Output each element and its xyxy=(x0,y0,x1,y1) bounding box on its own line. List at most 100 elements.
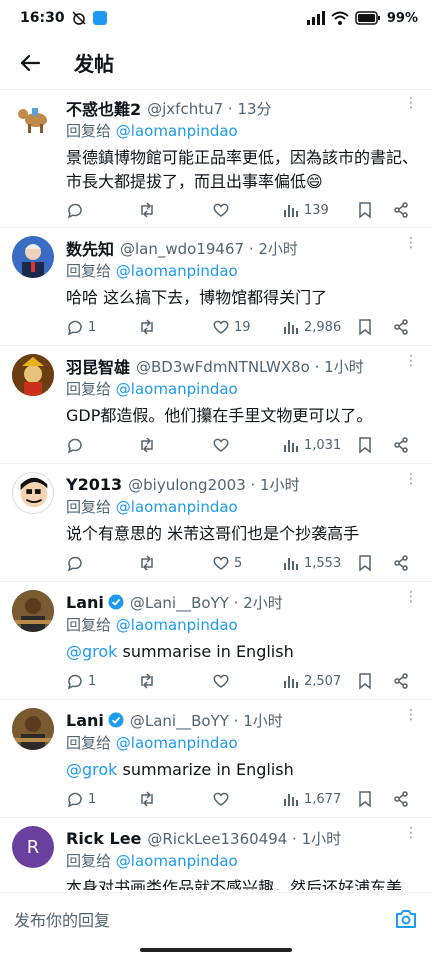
share-button[interactable] xyxy=(392,551,410,575)
author-handle: @BD3wFdmNTNLWX8o · 1小时 xyxy=(136,357,364,376)
share-icon xyxy=(394,555,408,571)
reply-tweet[interactable]: 数先知 @lan_wdo19467 · 2小时 ⋮ 回复给 @laomanpin… xyxy=(0,228,432,346)
avatar[interactable] xyxy=(12,236,54,278)
reply-tweet[interactable]: Y2013 @biyulong2003 · 1小时 ⋮ 回复给 @laomanp… xyxy=(0,464,432,582)
reply-composer[interactable]: 发布你的回复 xyxy=(0,892,432,944)
reply-tweet[interactable]: 羽昆智雄 @BD3wFdmNTNLWX8o · 1小时 ⋮ 回复给 @laoma… xyxy=(0,346,432,464)
bookmark-icon xyxy=(359,555,371,572)
author-name[interactable]: 不惑也難2 xyxy=(66,96,141,120)
bookmark-icon xyxy=(359,319,371,336)
like-button[interactable] xyxy=(212,787,234,811)
like-count: 5 xyxy=(234,555,243,571)
views-button[interactable]: 1,553 xyxy=(282,551,341,575)
avatar-letter: R xyxy=(26,836,40,858)
author-name[interactable]: 羽昆智雄 xyxy=(66,354,130,378)
replies-feed[interactable]: 不惑也難2 @jxfchtu7 · 13分 ⋮ 回复给 @laomanpinda… xyxy=(0,90,432,890)
like-button[interactable]: 5 xyxy=(212,551,242,575)
heart-icon xyxy=(213,438,229,452)
reply-button[interactable] xyxy=(66,433,88,457)
bookmark-button[interactable] xyxy=(356,669,374,693)
avatar[interactable] xyxy=(12,590,54,632)
like-count: 19 xyxy=(234,319,251,335)
reply-button[interactable]: 1 xyxy=(66,315,96,339)
retweet-button[interactable] xyxy=(138,198,160,222)
view-count: 139 xyxy=(304,202,329,218)
share-button[interactable] xyxy=(392,787,410,811)
more-options-icon[interactable]: ⋮ xyxy=(404,826,418,840)
tweet-actions: 1 19 2,986 xyxy=(66,315,418,339)
share-button[interactable] xyxy=(392,198,410,222)
bookmark-icon xyxy=(359,673,371,690)
reply-tweet[interactable]: 不惑也難2 @jxfchtu7 · 13分 ⋮ 回复给 @laomanpinda… xyxy=(0,90,432,228)
reply-tweet[interactable]: Lani @Lani__BoYY · 1小时 ⋮ 回复给 @laomanpind… xyxy=(0,700,432,818)
views-button[interactable]: 1,031 xyxy=(282,433,341,457)
like-button[interactable] xyxy=(212,433,234,457)
bookmark-icon xyxy=(359,791,371,808)
author-handle: @RickLee1360494 · 1小时 xyxy=(147,829,342,848)
like-button[interactable]: 19 xyxy=(212,315,251,339)
avatar[interactable]: R xyxy=(12,826,54,868)
app-notification-icon xyxy=(92,11,107,25)
views-chart-icon xyxy=(284,558,298,570)
reply-to-link[interactable]: @laomanpindao xyxy=(116,122,238,140)
views-button[interactable]: 2,986 xyxy=(282,315,341,339)
like-button[interactable] xyxy=(212,198,234,222)
reply-button[interactable]: 1 xyxy=(66,787,96,811)
retweet-button[interactable] xyxy=(138,551,160,575)
heart-icon xyxy=(213,556,229,570)
avatar[interactable] xyxy=(12,472,54,514)
author-name[interactable]: Y2013 xyxy=(66,475,122,494)
back-button[interactable] xyxy=(0,36,60,90)
camera-icon[interactable] xyxy=(394,907,418,931)
retweet-icon xyxy=(141,555,153,571)
bookmark-button[interactable] xyxy=(356,433,374,457)
more-options-icon[interactable]: ⋮ xyxy=(404,236,418,250)
reply-tweet[interactable]: Lani @Lani__BoYY · 2小时 ⋮ 回复给 @laomanpind… xyxy=(0,582,432,700)
like-button[interactable] xyxy=(212,669,234,693)
share-button[interactable] xyxy=(392,433,410,457)
avatar[interactable] xyxy=(12,96,54,138)
tweet-text: GDP都造假。他们攥在手里文物更可以了。 xyxy=(66,406,373,425)
author-name[interactable]: Lani xyxy=(66,711,104,730)
retweet-icon xyxy=(141,437,153,453)
retweet-button[interactable] xyxy=(138,433,160,457)
mention-link[interactable]: @grok xyxy=(66,642,117,661)
reply-to-link[interactable]: @laomanpindao xyxy=(116,852,238,870)
bookmark-button[interactable] xyxy=(356,198,374,222)
more-options-icon[interactable]: ⋮ xyxy=(404,472,418,486)
reply-button[interactable] xyxy=(66,551,88,575)
reply-button[interactable] xyxy=(66,198,88,222)
more-options-icon[interactable]: ⋮ xyxy=(404,354,418,368)
more-options-icon[interactable]: ⋮ xyxy=(404,96,418,110)
tweet-actions: 1,031 xyxy=(66,433,418,457)
reply-to-link[interactable]: @laomanpindao xyxy=(116,262,238,280)
mention-link[interactable]: @grok xyxy=(66,760,117,779)
author-name[interactable]: Rick Lee xyxy=(66,829,141,848)
bookmark-button[interactable] xyxy=(356,315,374,339)
bookmark-button[interactable] xyxy=(356,551,374,575)
author-name[interactable]: 数先知 xyxy=(66,236,114,260)
reply-button[interactable]: 1 xyxy=(66,669,96,693)
share-button[interactable] xyxy=(392,315,410,339)
avatar[interactable] xyxy=(12,708,54,750)
reply-tweet[interactable]: R Rick Lee @RickLee1360494 · 1小时 ⋮ 回复给 @… xyxy=(0,818,432,890)
more-options-icon[interactable]: ⋮ xyxy=(404,590,418,604)
views-button[interactable]: 2,507 xyxy=(282,669,341,693)
avatar[interactable] xyxy=(12,354,54,396)
reply-input[interactable]: 发布你的回复 xyxy=(14,907,110,931)
retweet-button[interactable] xyxy=(138,315,160,339)
share-button[interactable] xyxy=(392,669,410,693)
share-icon xyxy=(394,673,408,689)
author-name[interactable]: Lani xyxy=(66,593,104,612)
reply-to-link[interactable]: @laomanpindao xyxy=(116,734,238,752)
retweet-button[interactable] xyxy=(138,669,160,693)
views-button[interactable]: 139 xyxy=(282,198,329,222)
bookmark-button[interactable] xyxy=(356,787,374,811)
more-options-icon[interactable]: ⋮ xyxy=(404,708,418,722)
reply-to-link[interactable]: @laomanpindao xyxy=(116,616,238,634)
retweet-button[interactable] xyxy=(138,787,160,811)
views-button[interactable]: 1,677 xyxy=(282,787,341,811)
home-indicator[interactable] xyxy=(140,948,292,952)
reply-to-link[interactable]: @laomanpindao xyxy=(116,498,238,516)
reply-to-link[interactable]: @laomanpindao xyxy=(116,380,238,398)
